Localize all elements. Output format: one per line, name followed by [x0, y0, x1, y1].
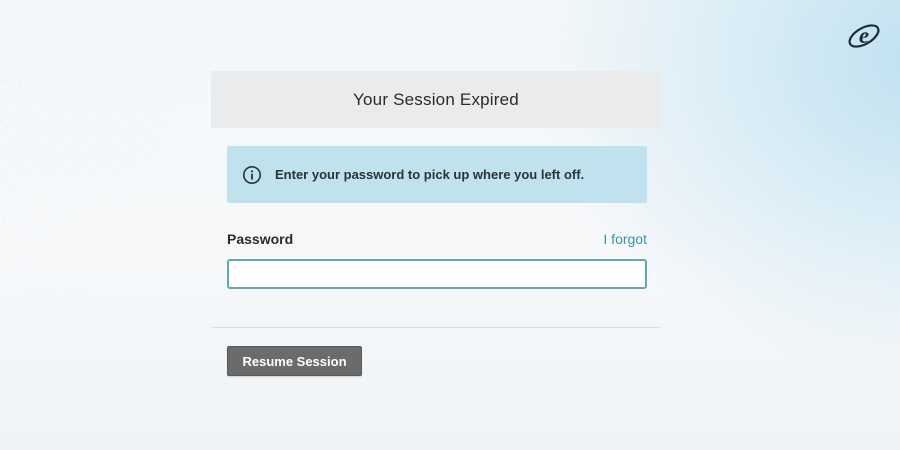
page-title: Your Session Expired [353, 89, 519, 109]
resume-session-button[interactable]: Resume Session [227, 346, 362, 376]
password-label: Password [227, 231, 294, 247]
info-message: Enter your password to pick up where you… [275, 167, 585, 182]
divider [211, 327, 661, 328]
background-dot-pattern [0, 0, 266, 316]
e-logo-icon: e [846, 21, 882, 51]
info-icon [242, 165, 262, 185]
dialog-header: Your Session Expired [211, 71, 661, 128]
forgot-password-link[interactable]: I forgot [560, 231, 647, 247]
password-input[interactable] [227, 259, 647, 289]
svg-text:e: e [859, 23, 869, 48]
info-message-box: Enter your password to pick up where you… [227, 146, 647, 203]
session-expired-page: e Your Session Expired Enter your passwo… [0, 0, 900, 450]
